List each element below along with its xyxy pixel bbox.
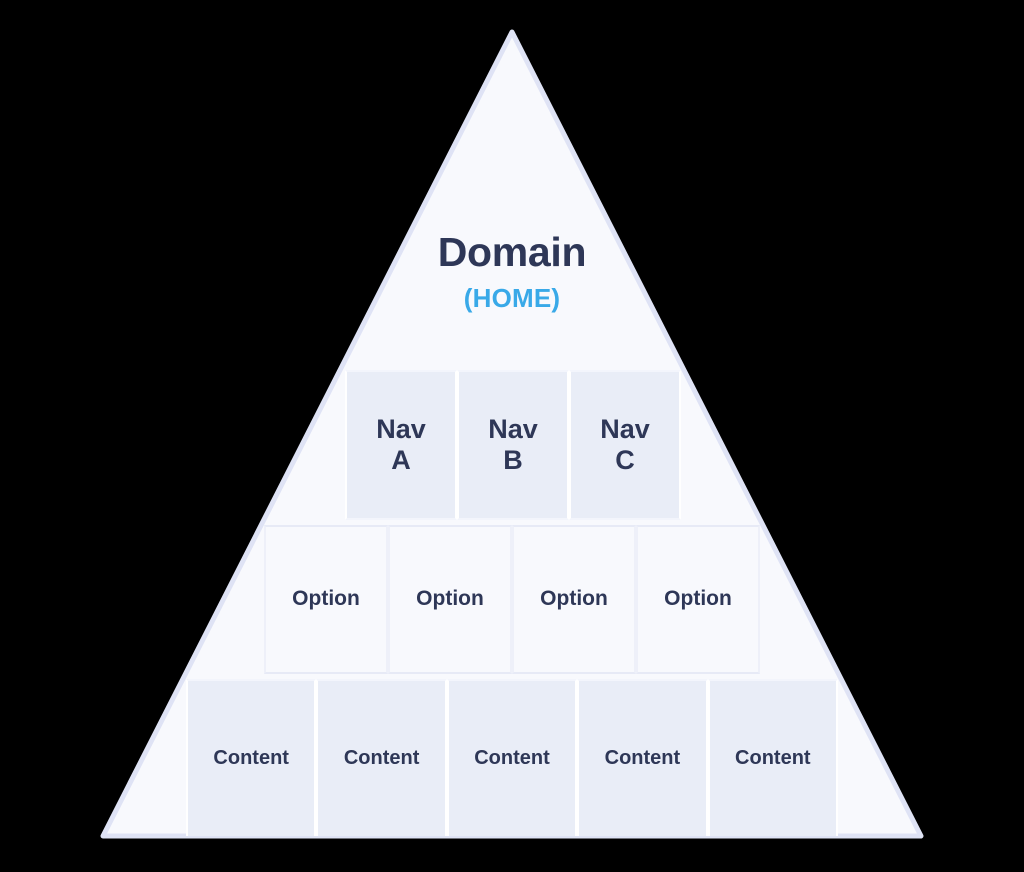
nav-cell-c-line1: Nav [600, 413, 650, 444]
content-cell-2-label: Content [343, 747, 420, 769]
nav-cell-c-line2: C [615, 445, 635, 475]
nav-cell-c[interactable]: Nav C [569, 370, 681, 520]
content-cell-4[interactable]: Content [577, 679, 708, 836]
nav-cell-a-line1: Nav [376, 413, 426, 444]
content-cell-4-label: Content [604, 747, 681, 769]
tier-row-content: Content Content Content Content Content [186, 679, 839, 836]
nav-cell-b[interactable]: Nav B [457, 370, 569, 520]
pyramid-diagram: Domain (HOME) Nav A Nav B Nav C Option O… [0, 0, 1024, 872]
content-cell-5[interactable]: Content [707, 679, 839, 836]
option-cell-3-label: Option [540, 587, 608, 611]
nav-cell-b-line2: B [503, 445, 523, 475]
nav-cell-a[interactable]: Nav A [345, 370, 457, 520]
content-cell-3[interactable]: Content [446, 679, 578, 836]
option-cell-4-label: Option [664, 587, 732, 611]
option-cell-4[interactable]: Option [636, 525, 760, 674]
tier-row-option: Option Option Option Option [264, 525, 760, 674]
content-cell-1-label: Content [213, 747, 289, 769]
option-cell-1[interactable]: Option [264, 525, 388, 674]
tier-row-nav: Nav A Nav B Nav C [345, 370, 681, 520]
content-cell-5-label: Content [735, 747, 811, 769]
content-cell-2[interactable]: Content [316, 679, 447, 836]
diagram-canvas: Domain (HOME) Nav A Nav B Nav C Option O… [0, 0, 1024, 872]
option-cell-1-label: Option [292, 587, 360, 611]
option-cell-2-label: Option [416, 587, 484, 611]
content-cell-1[interactable]: Content [186, 679, 317, 836]
option-cell-3[interactable]: Option [512, 525, 636, 674]
nav-cell-b-line1: Nav [488, 413, 538, 444]
option-cell-2[interactable]: Option [388, 525, 512, 674]
nav-cell-a-line2: A [391, 445, 411, 475]
content-cell-3-label: Content [474, 747, 550, 769]
